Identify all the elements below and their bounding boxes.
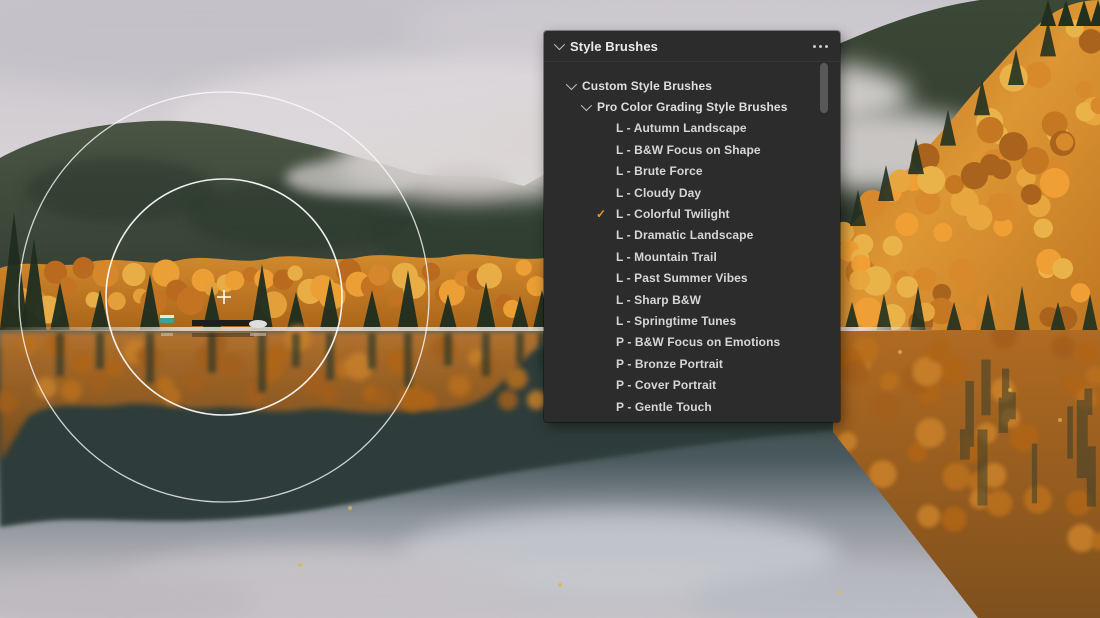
chevron-down-icon — [566, 79, 577, 90]
style-brush-item-label: L - Brute Force — [616, 164, 703, 178]
style-brush-item-label: P - B&W Focus on Emotions — [616, 335, 780, 349]
style-brush-item-label: L - Sharp B&W — [616, 293, 701, 307]
style-brush-item[interactable]: P - Gentle Touch — [544, 396, 840, 417]
style-brush-item[interactable]: L - B&W Focus on Shape — [544, 139, 840, 160]
style-brush-item-label: L - Mountain Trail — [616, 250, 717, 264]
style-brush-item[interactable]: L - Mountain Trail — [544, 246, 840, 267]
panel-scrollbar[interactable] — [820, 63, 828, 113]
panel-header: Style Brushes — [544, 31, 840, 62]
style-brush-item[interactable]: L - Brute Force — [544, 161, 840, 182]
style-brush-item[interactable]: P - Bronze Portrait — [544, 353, 840, 374]
style-brush-item-label: L - Cloudy Day — [616, 186, 701, 200]
chevron-down-icon — [581, 100, 592, 111]
style-brush-item[interactable]: P - B&W Focus on Emotions — [544, 332, 840, 353]
brush-tree: Custom Style Brushes Pro Color Grading S… — [544, 62, 840, 417]
style-brush-item-label: P - Gentle Touch — [616, 400, 712, 414]
style-brush-item-label: L - Colorful Twilight — [616, 207, 730, 221]
style-brush-item-label: L - B&W Focus on Shape — [616, 143, 761, 157]
collapse-chevron-icon[interactable] — [554, 39, 565, 50]
style-brush-item[interactable]: L - Cloudy Day — [544, 182, 840, 203]
style-brushes-panel: Style Brushes Custom Style Brushes Pro C… — [544, 31, 840, 422]
checkmark-icon: ✓ — [596, 207, 616, 221]
style-brush-item[interactable]: L - Past Summer Vibes — [544, 268, 840, 289]
style-brush-item[interactable]: L - Autumn Landscape — [544, 118, 840, 139]
style-brush-item-label: L - Autumn Landscape — [616, 121, 747, 135]
style-brush-item-label: L - Springtime Tunes — [616, 314, 736, 328]
style-brush-item[interactable]: L - Sharp B&W — [544, 289, 840, 310]
panel-menu-button[interactable] — [811, 41, 830, 52]
panel-title: Style Brushes — [570, 39, 658, 54]
style-brush-item[interactable]: L - Springtime Tunes — [544, 310, 840, 331]
style-brush-item[interactable]: ✓L - Colorful Twilight — [544, 203, 840, 224]
tree-group-custom-style-brushes[interactable]: Custom Style Brushes — [544, 75, 840, 96]
style-brush-item-label: P - Cover Portrait — [616, 378, 716, 392]
style-brush-item[interactable]: L - Dramatic Landscape — [544, 225, 840, 246]
style-brush-item[interactable]: P - Cover Portrait — [544, 374, 840, 395]
style-brush-item-label: P - Bronze Portrait — [616, 357, 723, 371]
tree-group-pro-color-grading[interactable]: Pro Color Grading Style Brushes — [544, 96, 840, 117]
app-canvas: Style Brushes Custom Style Brushes Pro C… — [0, 0, 1100, 618]
style-brush-item-label: L - Dramatic Landscape — [616, 228, 753, 242]
style-brush-item-label: L - Past Summer Vibes — [616, 271, 748, 285]
